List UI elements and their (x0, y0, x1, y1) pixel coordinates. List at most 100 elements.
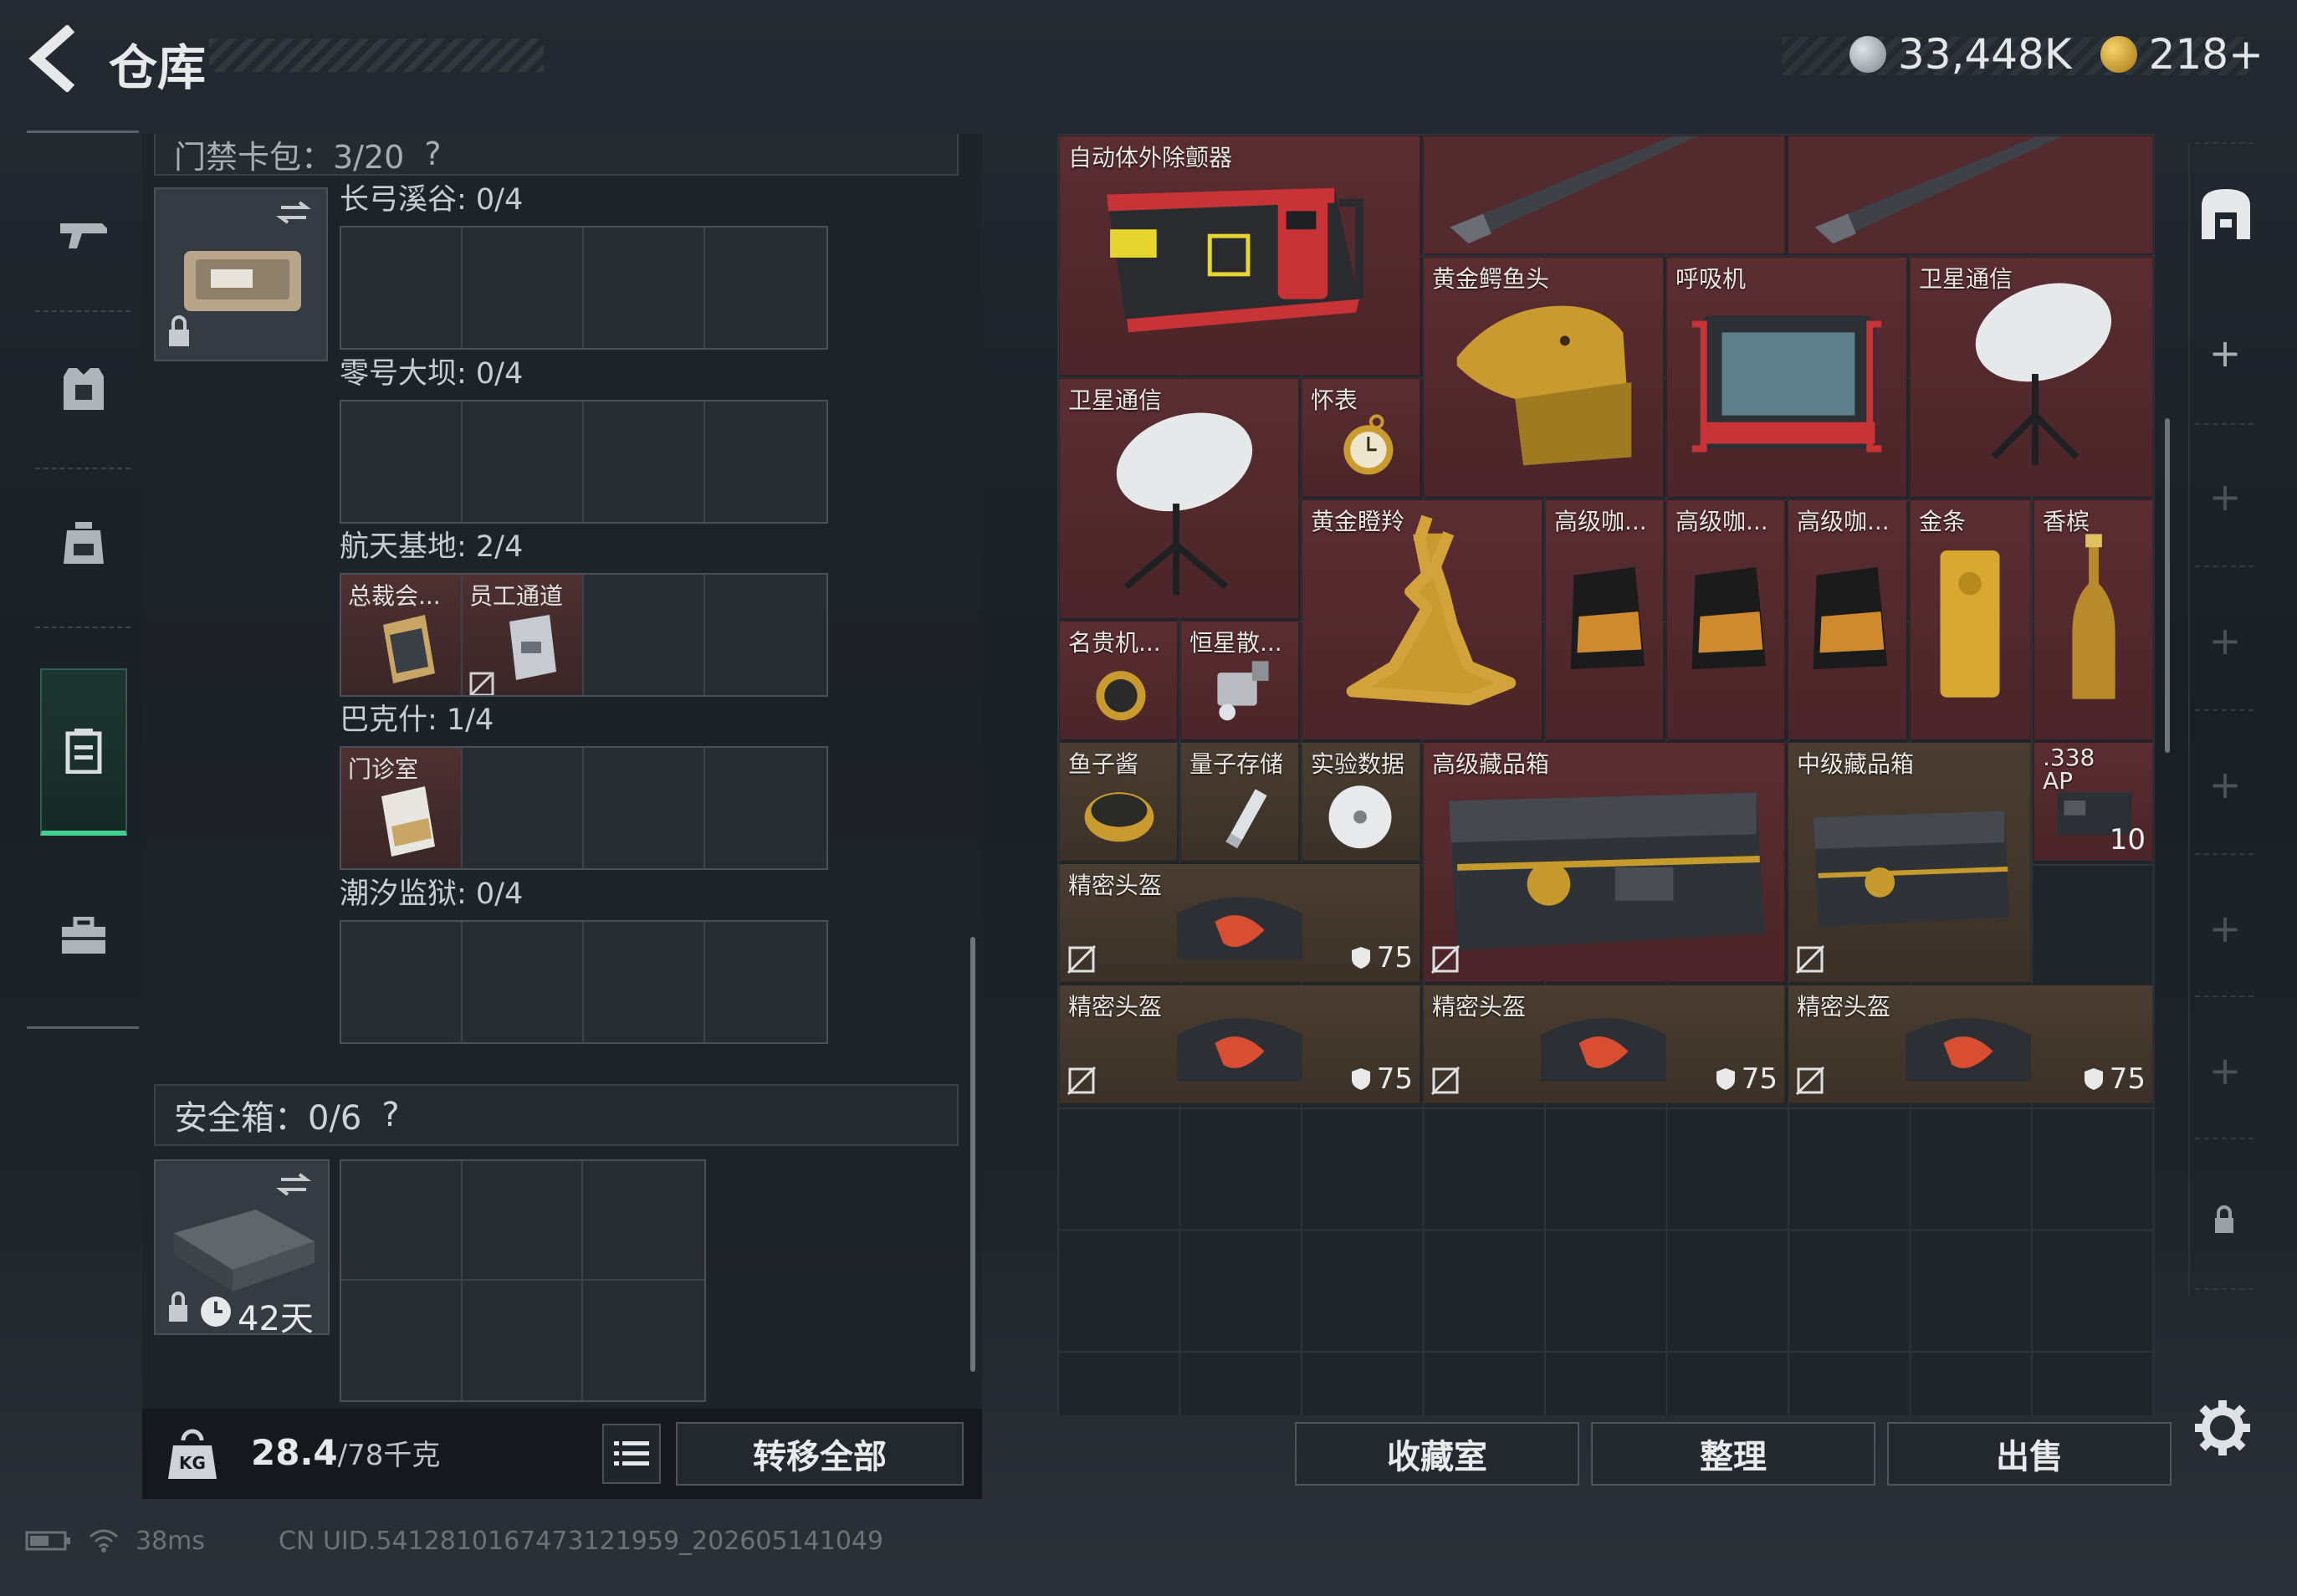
help-icon[interactable]: ? (381, 1096, 399, 1134)
keycard-slot[interactable]: 门诊室 (341, 748, 463, 868)
keycard-slot[interactable]: 员工通道 (463, 575, 584, 695)
keycard-slot[interactable] (705, 748, 826, 868)
stash-item-rifle[interactable] (1423, 136, 1785, 254)
keycard-slot[interactable] (584, 402, 705, 522)
stash-item-mid-case[interactable]: 中级藏品箱 (1788, 742, 2031, 982)
add-tab-icon[interactable]: + (2208, 334, 2242, 372)
keycard-slot[interactable] (584, 228, 705, 348)
list-view-button[interactable] (602, 1424, 661, 1484)
keycard-case-image (169, 201, 311, 346)
add-tab-icon[interactable]: + (2208, 478, 2242, 516)
item-name: 实验数据 (1311, 750, 1405, 778)
no-trade-icon (1067, 944, 1097, 974)
loadout-panel: 门禁卡包：3/20 ? 长弓溪谷: 0/4 零号大坝: 0/4 航天基地: 2/… (142, 134, 982, 1497)
stash-scrollbar[interactable] (2165, 418, 2170, 753)
stash-item-gold-croc[interactable]: 黄金鳄鱼头 (1423, 257, 1664, 497)
keycard-slot[interactable] (584, 575, 705, 695)
safebox-slot[interactable] (583, 1281, 704, 1400)
stash-item-gold-gazelle[interactable]: 黄金瞪羚 (1302, 499, 1542, 739)
keycard-slot[interactable] (463, 748, 584, 868)
stash-item-satcom[interactable]: 卫星通信 (1059, 378, 1299, 618)
item-name: 呼吸机 (1675, 265, 1747, 293)
keycard-item[interactable]: 员工通道 (463, 575, 582, 695)
keycard-slot[interactable] (705, 228, 826, 348)
keycard-name: 员工通道 (469, 582, 564, 610)
add-tab-icon[interactable]: + (2208, 1051, 2242, 1090)
nav-backpack[interactable] (40, 484, 127, 601)
stash-item-helmet[interactable]: 精密头盔 75 (1423, 985, 1785, 1103)
keycard-slot[interactable] (463, 228, 584, 348)
stash-item-coffee[interactable]: 高级咖... (1545, 499, 1664, 739)
keycard-slot[interactable] (584, 922, 705, 1042)
safebox-slot[interactable] (463, 1281, 584, 1400)
keycard-slot[interactable] (341, 402, 463, 522)
stash-item-ventilator[interactable]: 呼吸机 (1666, 257, 1907, 497)
safebox-case-slot[interactable]: 42天 (154, 1159, 330, 1338)
durability: 75 (1350, 1062, 1413, 1096)
stash-tab-main[interactable] (2197, 184, 2255, 243)
back-button[interactable] (25, 23, 84, 94)
silver-amount: 33,448K (1897, 30, 2072, 79)
safebox-slot[interactable] (341, 1161, 463, 1281)
item-name: 高级咖... (1797, 508, 1890, 535)
weight-value: 28.4 (251, 1432, 338, 1473)
transfer-all-button[interactable]: 转移全部 (676, 1422, 964, 1486)
ping-text: 38ms (136, 1526, 206, 1556)
item-name: 黄金瞪羚 (1311, 508, 1405, 535)
keycard-slot[interactable] (705, 402, 826, 522)
keycard-slot[interactable] (584, 748, 705, 868)
keycard-case-slot[interactable] (154, 187, 328, 361)
stash-item-luxury-watch[interactable]: 名贵机... (1059, 621, 1178, 739)
item-name: 高级咖... (1675, 508, 1768, 535)
stash-item-aed[interactable]: 自动体外除颤器 (1059, 136, 1420, 376)
item-name: 鱼子酱 (1068, 750, 1139, 778)
durability-value: 75 (1376, 941, 1413, 974)
safebox-slot[interactable] (341, 1281, 463, 1400)
stash-item-satcom[interactable]: 卫星通信 (1910, 257, 2153, 497)
keycard-slot[interactable]: 总裁会... (341, 575, 463, 695)
keycard-slot[interactable] (341, 228, 463, 348)
safebox-slot[interactable] (462, 1161, 584, 1281)
status-bar: 38ms CN UID.5412810167473121959_20260514… (25, 1524, 883, 1558)
settings-button[interactable] (2192, 1397, 2254, 1459)
keycard-slot[interactable] (463, 402, 584, 522)
stash-item-quantum-storage[interactable]: 量子存储 (1180, 742, 1299, 861)
stash-item-ammo[interactable]: .338 AP 10 (2034, 742, 2153, 861)
stash-item-champagne[interactable]: 香槟 (2034, 499, 2153, 739)
nav-weapons[interactable] (40, 150, 127, 317)
stash-item-caviar[interactable]: 鱼子酱 (1059, 742, 1178, 861)
nav-armor[interactable] (40, 325, 127, 451)
stash-item-helmet[interactable]: 精密头盔 75 (1788, 985, 2153, 1103)
safebox-slot[interactable] (583, 1161, 704, 1281)
keycard-slot[interactable] (705, 575, 826, 695)
keycard-slot[interactable] (463, 922, 584, 1042)
add-tab-icon[interactable]: + (2208, 765, 2242, 804)
stash-item-stellar[interactable]: 恒星散... (1180, 621, 1299, 739)
sort-button[interactable]: 整理 (1591, 1422, 1875, 1486)
add-tab-icon[interactable]: + (2208, 909, 2242, 948)
sell-button[interactable]: 出售 (1887, 1422, 2172, 1486)
nav-container[interactable] (40, 668, 127, 836)
stash-item-advanced-case[interactable]: 高级藏品箱 (1423, 742, 1785, 982)
stash-item-helmet[interactable]: 精密头盔 75 (1059, 863, 1420, 982)
keycard-item[interactable]: 总裁会... (341, 575, 461, 695)
left-scrollbar[interactable] (970, 937, 975, 1372)
stash-item-experiment-data[interactable]: 实验数据 (1302, 742, 1420, 861)
add-tab-icon[interactable]: + (2208, 622, 2242, 660)
help-icon[interactable]: ? (424, 136, 441, 172)
stash-item-helmet[interactable]: 精密头盔 75 (1059, 985, 1420, 1103)
battery-icon (25, 1531, 70, 1551)
stash-item-pocket-watch[interactable]: 怀表 (1302, 378, 1420, 497)
keycard-slot[interactable] (341, 922, 463, 1042)
stash-item-rifle[interactable] (1788, 136, 2153, 254)
safebox-header-label: 安全箱：0/6 (174, 1099, 362, 1138)
stash-item-gold-bar[interactable]: 金条 (1910, 499, 2031, 739)
stash-item-coffee[interactable]: 高级咖... (1666, 499, 1785, 739)
stash-item-coffee[interactable]: 高级咖... (1788, 499, 1907, 739)
collection-room-button[interactable]: 收藏室 (1295, 1422, 1579, 1486)
nav-toolbox[interactable] (40, 877, 127, 995)
item-name: 香槟 (2043, 508, 2090, 535)
keycard-item[interactable]: 门诊室 (341, 748, 461, 868)
keycard-slot[interactable] (705, 922, 826, 1042)
item-name: .338 AP (2043, 744, 2095, 795)
